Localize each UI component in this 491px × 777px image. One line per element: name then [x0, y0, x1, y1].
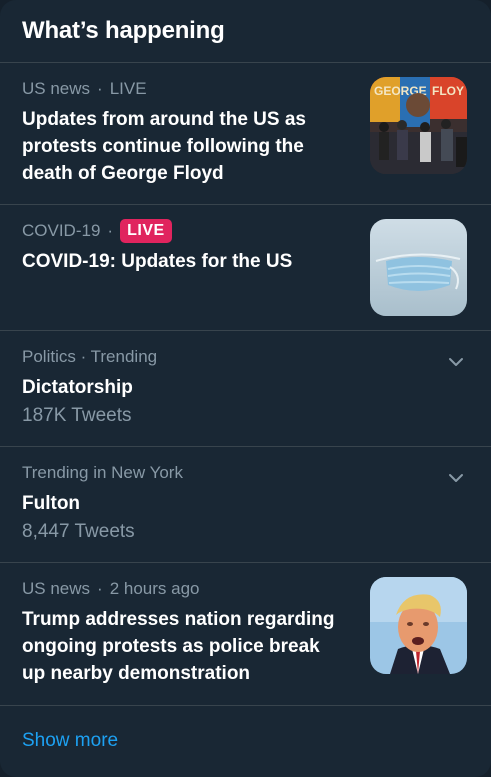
trend-meta: Trending in New York — [22, 463, 183, 482]
trend-headline: Trump addresses nation regarding ongoing… — [22, 609, 335, 684]
panel-title: What’s happening — [22, 17, 225, 44]
trend-category: US news — [22, 579, 91, 598]
protest-mural-thumbnail: GEORGE FLOY — [370, 77, 467, 174]
panel-footer: Show more — [0, 706, 491, 776]
trend-item-dictatorship[interactable]: Politics · Trending Dictatorship 187K Tw… — [0, 331, 491, 447]
separator-dot: · — [107, 221, 114, 240]
trend-item-us-news-live[interactable]: US news · LIVE Updates from around the U… — [0, 63, 491, 205]
chevron-down-icon[interactable] — [447, 353, 465, 371]
separator-dot: · — [97, 579, 103, 598]
whats-happening-panel: What’s happening US news · LIVE Updates … — [0, 0, 491, 777]
show-more-link[interactable]: Show more — [22, 730, 118, 751]
panel-header: What’s happening — [0, 0, 491, 63]
live-badge: LIVE — [120, 219, 172, 243]
trend-time: 2 hours ago — [109, 579, 200, 598]
trend-item-covid[interactable]: COVID-19 · LIVE COVID-19: Updates for th… — [0, 205, 491, 331]
trend-headline: COVID-19: Updates for the US — [22, 251, 293, 272]
trend-headline: Dictatorship — [22, 377, 133, 398]
tweet-count: 8,447 Tweets — [22, 521, 135, 542]
trend-category: US news — [22, 79, 91, 98]
trend-item-trump-address[interactable]: US news · 2 hours ago Trump addresses na… — [0, 563, 491, 706]
trend-status: LIVE — [109, 79, 147, 98]
trend-headline: Fulton — [22, 493, 81, 514]
trend-headline: Updates from around the US as protests c… — [22, 109, 306, 184]
separator-dot: · — [97, 79, 103, 98]
chevron-down-icon[interactable] — [447, 469, 465, 487]
trend-item-fulton[interactable]: Trending in New York Fulton 8,447 Tweets — [0, 447, 491, 563]
tweet-count: 187K Tweets — [22, 405, 132, 426]
trend-category: COVID-19 — [22, 221, 101, 240]
svg-text:FLOY: FLOY — [432, 84, 464, 98]
face-mask-thumbnail — [370, 219, 467, 316]
trump-portrait-thumbnail — [370, 577, 467, 674]
trend-meta: Politics · Trending — [22, 347, 158, 366]
